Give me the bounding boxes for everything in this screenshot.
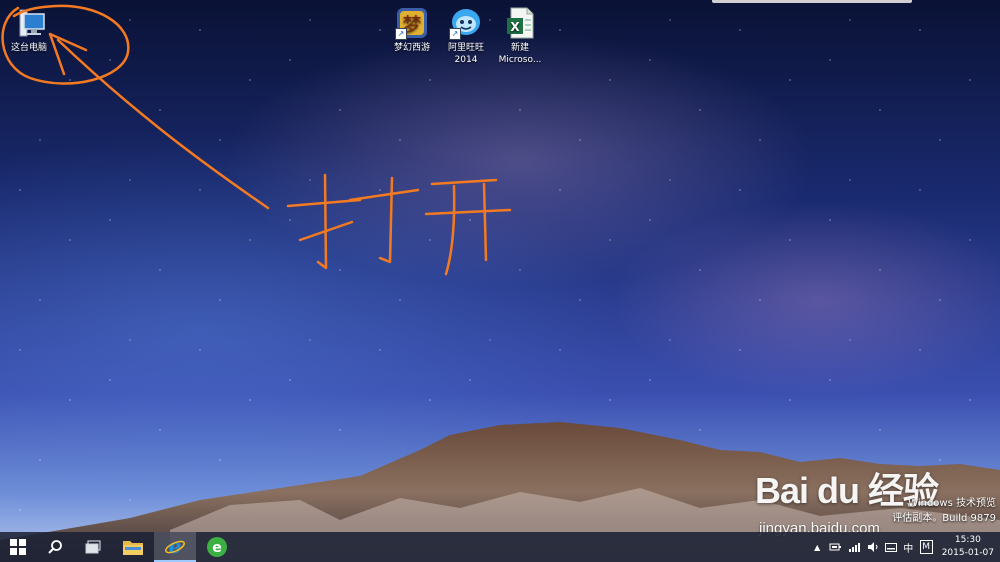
svg-text:e: e	[169, 535, 182, 557]
desktop-icon-label: 梦幻西游	[393, 43, 430, 53]
svg-text:X: X	[510, 20, 520, 34]
desktop-icon-label: 阿里旺旺 2014	[447, 43, 484, 65]
tray-signal[interactable]	[846, 532, 864, 562]
excel-icon: X	[503, 6, 537, 40]
search-icon	[48, 540, 62, 554]
search-button[interactable]	[36, 532, 74, 562]
start-button[interactable]	[0, 532, 36, 562]
desktop-icon-this-pc[interactable]: 这台电脑	[0, 6, 58, 54]
task-view-icon	[85, 540, 101, 554]
aliwangwang-icon: ↗	[449, 6, 483, 40]
shortcut-arrow-icon: ↗	[395, 28, 407, 40]
svg-text:e: e	[212, 540, 222, 556]
desktop-icon-label: 这台电脑	[10, 43, 47, 53]
system-tray: ▲ 中 M 15:30 2015-01-07	[809, 532, 1000, 562]
build-info-line1: Windows 技术预览	[908, 498, 996, 509]
clock[interactable]: 15:30 2015-01-07	[936, 532, 1000, 562]
desktop[interactable]: 这台电脑 梦 ↗ 梦幻西游 ↗ 阿里旺旺 2014 X 新建 Microso..…	[0, 0, 1000, 562]
tray-battery-network[interactable]	[826, 532, 846, 562]
keyboard-icon	[884, 542, 897, 552]
tray-volume[interactable]	[864, 532, 882, 562]
build-info-line2: 评估副本。Build 9879	[892, 513, 996, 524]
folder-icon	[123, 541, 143, 555]
desktop-icon-aliwangwang[interactable]: ↗ 阿里旺旺 2014	[437, 6, 495, 66]
windows-build-info: Windows 技术预览 评估副本。Build 9879	[892, 496, 996, 526]
speaker-icon	[867, 542, 878, 552]
browser-button[interactable]: e	[196, 532, 238, 562]
ime-mode-label: M	[919, 540, 933, 554]
window-edge-strip	[712, 0, 912, 3]
ime-mode-indicator[interactable]: M	[917, 532, 936, 562]
desktop-icon-label: 新建 Microso...	[498, 43, 542, 65]
desktop-icon-excel[interactable]: X 新建 Microso...	[491, 6, 549, 66]
chevron-up-icon: ▲	[814, 542, 821, 552]
desktop-icon-menghuan[interactable]: 梦 ↗ 梦幻西游	[383, 6, 441, 54]
windows-logo-icon	[10, 539, 26, 555]
clock-date: 2015-01-07	[941, 548, 994, 558]
computer-icon	[12, 6, 46, 40]
shortcut-arrow-icon: ↗	[449, 28, 461, 40]
clock-time: 15:30	[954, 535, 981, 545]
network-adapter-icon	[829, 543, 841, 551]
signal-strength-icon	[848, 543, 860, 552]
internet-explorer-button[interactable]: e	[154, 532, 196, 562]
taskbar: e e ▲ 中 M 15:30 2015-01-07	[0, 532, 1000, 562]
green-e-browser-icon: e	[207, 537, 227, 557]
file-explorer-button[interactable]	[112, 532, 154, 562]
tray-keyboard[interactable]	[882, 532, 900, 562]
game-icon: 梦 ↗	[395, 6, 429, 40]
internet-explorer-icon: e	[165, 535, 185, 557]
input-method-label: 中	[903, 543, 914, 555]
show-hidden-icons-button[interactable]: ▲	[809, 532, 826, 562]
input-method-indicator[interactable]: 中	[900, 532, 917, 562]
task-view-button[interactable]	[74, 532, 112, 562]
